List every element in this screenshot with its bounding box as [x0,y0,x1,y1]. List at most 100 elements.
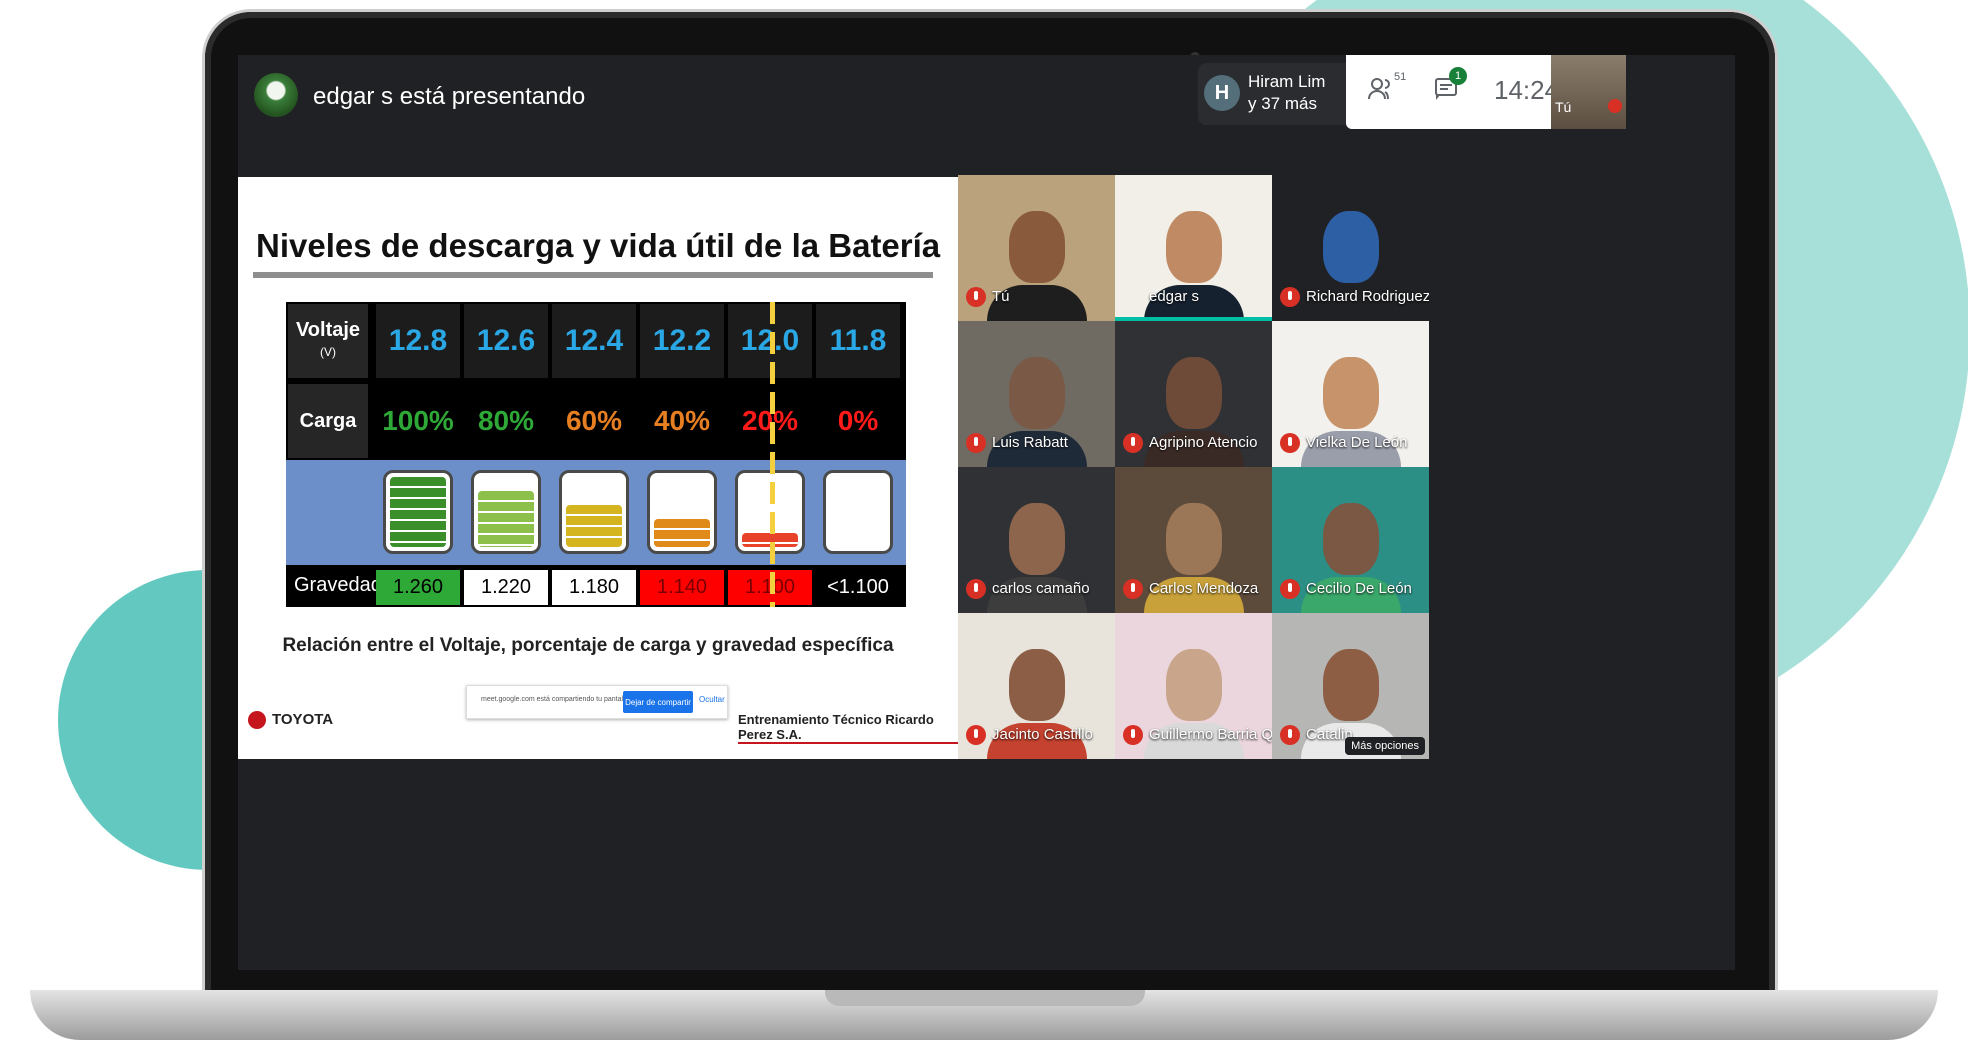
participant-name: Tú [992,288,1010,305]
charge-cell: 0% [816,384,900,458]
gravity-header: Gravedad [294,574,382,596]
gravity-value: <1.100 [816,570,900,605]
participant-name: Agripino Atencio [1149,434,1258,451]
participant-name: Richard Rodriguez [1306,288,1429,305]
toyota-logo-icon [248,711,266,729]
voltage-cell: 12.2 [640,304,724,378]
battery-icon [559,470,629,554]
battery-fill [566,505,622,547]
participant-tile[interactable]: Carlos Mendoza [1115,467,1272,613]
participant-tile[interactable]: Guillermo Barria Qui... [1115,613,1272,759]
participant-tile[interactable]: edgar s [1115,175,1272,321]
participant-name: Cecilio De León [1306,580,1412,597]
meeting-tools-panel: 51 1 14:24 [1346,55,1559,129]
participant-avatar: H [1204,75,1240,111]
voltage-cell: 12.8 [376,304,460,378]
meeting-clock: 14:24 [1494,75,1560,105]
threshold-dashed-line [770,302,775,607]
participant-face [1322,211,1379,283]
participant-tile[interactable]: Vielka De León [1272,321,1429,467]
mic-off-icon [966,433,986,453]
voltage-unit: (V) [320,345,336,359]
stop-sharing-button[interactable]: Dejar de compartir [623,691,693,713]
participant-tile[interactable]: Catalin Más opciones [1272,613,1429,759]
participant-name: carlos camaño [992,580,1090,597]
voltage-header-label: Voltaje [295,319,361,341]
laptop-notch [825,990,1145,1006]
voltage-cell: 12.6 [464,304,548,378]
charge-header: Carga [288,384,368,458]
participant-tile[interactable]: Tú [958,175,1115,321]
screen-share-bar: meet.google.com está compartiendo tu pan… [466,685,728,719]
mic-off-icon [966,725,986,745]
participant-name: Vielka De León [1306,434,1408,451]
voltage-value: 12.8 [388,324,448,357]
charge-value: 0% [837,405,879,436]
people-icon[interactable] [1368,77,1394,106]
slide-caption: Relación entre el Voltaje, porcentaje de… [282,635,894,656]
meet-screen: edgar s está presentando H Hiram Lim y 3… [238,55,1735,970]
mic-off-icon [1280,433,1300,453]
training-brand: Entrenamiento Técnico Ricardo Perez S.A. [738,712,958,744]
battery-table: Voltaje (V) 12.812.612.412.212.011.8 Car… [286,302,906,607]
gravity-value: 1.220 [464,570,548,605]
participant-summary-line2: y 37 más [1248,94,1317,113]
battery-icon [823,470,893,554]
gravity-row: Gravedad 1.2601.2201.1801.1401.100<1.100 [286,568,906,607]
participant-tile[interactable]: Agripino Atencio [1115,321,1272,467]
participant-grid: Tú edgar s Richard Rodriguez Luis Rabatt Agr… [958,175,1429,759]
charge-value: 80% [477,405,535,436]
voltage-value: 12.4 [564,324,624,357]
shared-slide: Niveles de descarga y vida útil de la Ba… [238,177,958,759]
mic-off-icon [1123,433,1143,453]
voltage-value: 12.6 [476,324,536,357]
charge-cell: 100% [376,384,460,458]
battery-fill [478,491,534,547]
participant-tile[interactable]: Jacinto Castillo [958,613,1115,759]
participants-summary[interactable]: H Hiram Lim y 37 más [1198,63,1348,125]
participant-face [1165,357,1222,429]
participant-name: Carlos Mendoza [1149,580,1259,597]
battery-icon [647,470,717,554]
presenter-label: edgar s está presentando [313,83,586,110]
charge-value: 100% [382,405,454,436]
mic-off-icon [1123,725,1143,745]
self-view-thumbnail[interactable]: Tú [1551,55,1626,129]
participant-tile[interactable]: Richard Rodriguez [1272,175,1429,321]
voltage-row: Voltaje (V) 12.812.612.412.212.011.8 [286,302,906,380]
voltage-header: Voltaje (V) [288,304,368,378]
more-options-button[interactable]: Más opciones [1345,737,1425,755]
toyota-brand: TOYOTA [272,711,334,728]
charge-header-label: Carga [299,410,357,432]
charge-value: 60% [565,405,623,436]
presenter-avatar [254,73,298,117]
participant-tile[interactable]: carlos camaño [958,467,1115,613]
charge-cell: 80% [464,384,548,458]
voltage-cell: 11.8 [816,304,900,378]
participant-face [1008,357,1065,429]
battery-icon [471,470,541,554]
participant-face [1008,649,1065,721]
participant-face [1322,649,1379,721]
mic-off-icon [966,287,986,307]
charge-value: 40% [653,405,711,436]
participant-tile[interactable]: Luis Rabatt [958,321,1115,467]
participant-face [1165,503,1222,575]
battery-icons-row [286,460,906,565]
self-view-label: Tú [1555,99,1572,115]
mic-off-icon [1280,579,1300,599]
charge-cell: 60% [552,384,636,458]
participant-summary-text: Hiram Lim y 37 más [1248,71,1325,115]
gravity-value: 1.260 [376,570,460,605]
mic-off-icon [966,579,986,599]
share-message: meet.google.com está compartiendo tu pan… [481,696,631,703]
hide-share-bar-link[interactable]: Ocultar [699,695,725,704]
participant-tile[interactable]: Cecilio De León [1272,467,1429,613]
title-rule [253,272,933,278]
battery-fill [654,519,710,547]
charge-cell: 40% [640,384,724,458]
participant-face [1165,649,1222,721]
participant-face [1322,357,1379,429]
chat-badge: 1 [1449,67,1467,85]
voltage-cell: 12.4 [552,304,636,378]
